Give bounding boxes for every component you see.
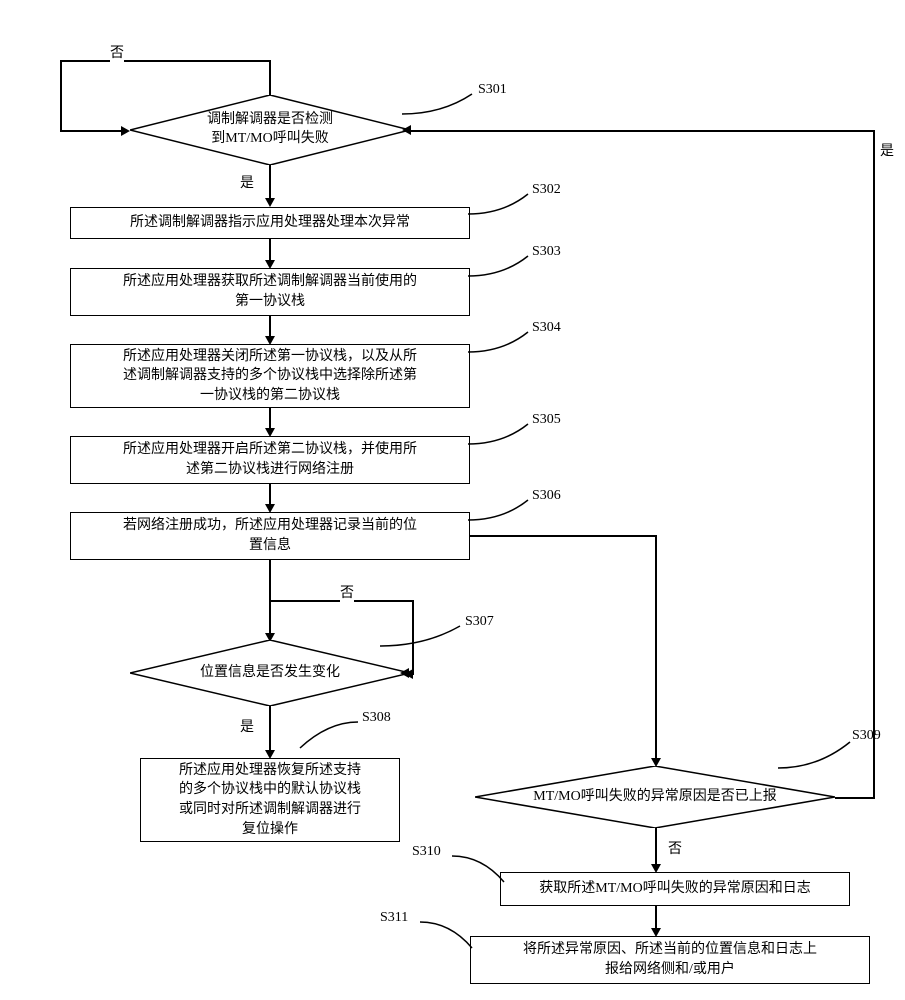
label-no-s301: 否 — [110, 42, 124, 62]
step-tag-s309: S309 — [852, 728, 881, 744]
process-s303: 所述应用处理器获取所述调制解调器当前使用的第一协议栈 — [70, 268, 470, 316]
decision-s307: 位置信息是否发生变化 — [130, 640, 410, 706]
process-s302-text: 所述调制解调器指示应用处理器处理本次异常 — [130, 213, 410, 233]
decision-s309-text: MT/MO呼叫失败的异常原因是否已上报 — [475, 766, 835, 828]
step-tag-s303: S303 — [532, 244, 561, 260]
label-yes-s301: 是 — [240, 172, 254, 192]
process-s310: 获取所述MT/MO呼叫失败的异常原因和日志 — [500, 872, 850, 906]
step-tag-s304: S304 — [532, 320, 561, 336]
process-s304-text: 所述应用处理器关闭所述第一协议栈，以及从所述调制解调器支持的多个协议栈中选择除所… — [123, 347, 417, 406]
process-s311: 将所述异常原因、所述当前的位置信息和日志上报给网络侧和/或用户 — [470, 936, 870, 984]
process-s308-text: 所述应用处理器恢复所述支持的多个协议栈中的默认协议栈或同时对所述调制解调器进行复… — [179, 761, 361, 839]
step-tag-s305: S305 — [532, 412, 561, 428]
process-s304: 所述应用处理器关闭所述第一协议栈，以及从所述调制解调器支持的多个协议栈中选择除所… — [70, 344, 470, 408]
process-s302: 所述调制解调器指示应用处理器处理本次异常 — [70, 207, 470, 239]
process-s303-text: 所述应用处理器获取所述调制解调器当前使用的第一协议栈 — [123, 272, 417, 311]
step-tag-s311: S311 — [380, 910, 408, 926]
label-no-s307: 否 — [340, 582, 354, 602]
decision-s301: 调制解调器是否检测到MT/MO呼叫失败 — [130, 95, 410, 165]
decision-s309: MT/MO呼叫失败的异常原因是否已上报 — [475, 766, 835, 828]
process-s305: 所述应用处理器开启所述第二协议栈，并使用所述第二协议栈进行网络注册 — [70, 436, 470, 484]
label-no-s309: 否 — [668, 838, 682, 858]
step-tag-s302: S302 — [532, 182, 561, 198]
label-yes-s307: 是 — [240, 716, 254, 736]
process-s306-text: 若网络注册成功，所述应用处理器记录当前的位置信息 — [123, 516, 417, 555]
step-tag-s301: S301 — [478, 82, 507, 98]
decision-s301-text: 调制解调器是否检测到MT/MO呼叫失败 — [130, 95, 410, 165]
process-s305-text: 所述应用处理器开启所述第二协议栈，并使用所述第二协议栈进行网络注册 — [123, 440, 417, 479]
step-tag-s306: S306 — [532, 488, 561, 504]
step-tag-s310: S310 — [412, 844, 441, 860]
process-s310-text: 获取所述MT/MO呼叫失败的异常原因和日志 — [539, 879, 810, 899]
label-yes-s309: 是 — [880, 140, 894, 160]
step-tag-s307: S307 — [465, 614, 494, 630]
process-s308: 所述应用处理器恢复所述支持的多个协议栈中的默认协议栈或同时对所述调制解调器进行复… — [140, 758, 400, 842]
flowchart-canvas: 调制解调器是否检测到MT/MO呼叫失败 否 S301 是 所述调制解调器指示应用… — [0, 0, 905, 1000]
step-tag-s308: S308 — [362, 710, 391, 726]
decision-s307-text: 位置信息是否发生变化 — [130, 640, 410, 706]
process-s311-text: 将所述异常原因、所述当前的位置信息和日志上报给网络侧和/或用户 — [523, 940, 817, 979]
process-s306: 若网络注册成功，所述应用处理器记录当前的位置信息 — [70, 512, 470, 560]
